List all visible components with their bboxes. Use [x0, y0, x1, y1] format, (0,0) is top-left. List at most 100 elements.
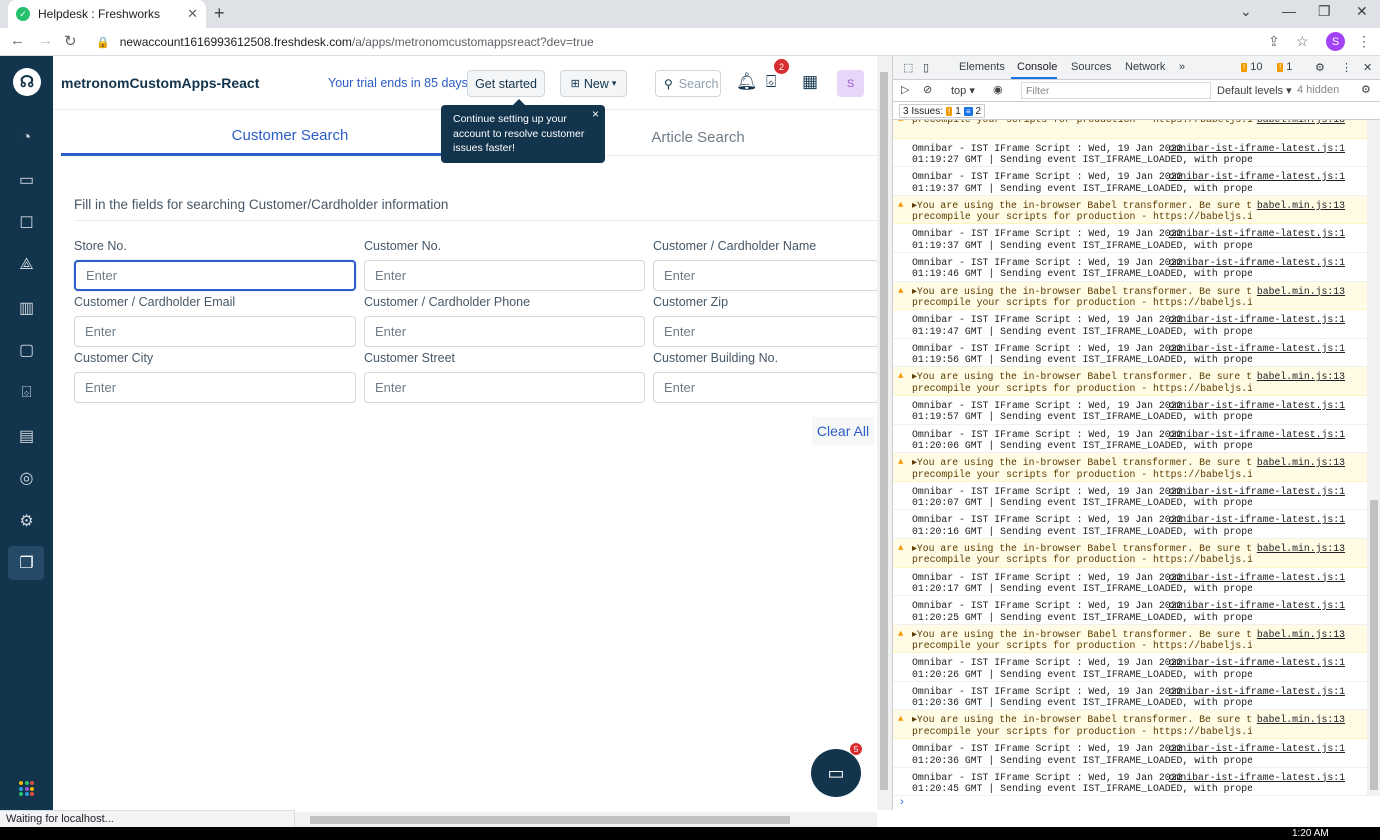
- groups-icon[interactable]: ⟁: [16, 254, 37, 275]
- close-tab-icon[interactable]: ✕: [187, 6, 198, 22]
- freshdesk-logo-icon[interactable]: ☊: [13, 68, 41, 96]
- console-log-row[interactable]: Omnibar - IST IFrame Script : Wed, 19 Ja…: [893, 596, 1367, 625]
- page-vertical-scroll-thumb[interactable]: [880, 72, 888, 790]
- window-close-icon[interactable]: ✕: [1356, 3, 1368, 20]
- discovery-compass-icon[interactable]: ◎: [16, 467, 37, 488]
- share-icon[interactable]: ⇪: [1268, 33, 1280, 50]
- page-horizontal-scroll-thumb[interactable]: [310, 816, 790, 824]
- notification-bell-icon[interactable]: 🔔︎: [736, 72, 758, 92]
- console-warning-row[interactable]: ▲ ▸You are using the in-browser Babel tra…: [893, 710, 1367, 740]
- forums-icon[interactable]: ▢: [16, 339, 37, 360]
- console-scrollbar[interactable]: [1367, 120, 1380, 796]
- browser-tab[interactable]: ✓ Helpdesk : Freshworks ✕: [8, 0, 206, 28]
- new-tab-icon[interactable]: +: [214, 3, 225, 24]
- console-source-link[interactable]: omnibar-ist-iframe-latest.js:1: [1169, 343, 1345, 355]
- console-source-link[interactable]: omnibar-ist-iframe-latest.js:1: [1169, 314, 1345, 326]
- devtools-close-icon[interactable]: ✕: [1363, 61, 1372, 74]
- console-source-link[interactable]: omnibar-ist-iframe-latest.js:1: [1169, 429, 1345, 441]
- get-started-button[interactable]: Get started: [467, 70, 545, 97]
- devtools-tab-network[interactable]: Network: [1125, 61, 1165, 73]
- error-count-badge[interactable]: ! 1: [1277, 61, 1292, 73]
- console-log-row[interactable]: Omnibar - IST IFrame Script : Wed, 19 Ja…: [893, 224, 1367, 253]
- console-source-link[interactable]: babel.min.js:13: [1257, 200, 1345, 212]
- console-source-link[interactable]: omnibar-ist-iframe-latest.js:1: [1169, 572, 1345, 584]
- restore-icon[interactable]: ❐: [1318, 3, 1331, 20]
- console-log-row[interactable]: Omnibar - IST IFrame Script : Wed, 19 Ja…: [893, 139, 1367, 168]
- console-warning-row[interactable]: ▲ ▸You are using the in-browser Babel tra…: [893, 281, 1367, 311]
- console-warning-row[interactable]: ▲ ▸You are using the in-browser Babel tra…: [893, 367, 1367, 396]
- console-log-row[interactable]: Omnibar - IST IFrame Script : Wed, 19 Ja…: [893, 253, 1367, 282]
- inspect-element-icon[interactable]: ⬚: [903, 61, 913, 74]
- console-source-link[interactable]: omnibar-ist-iframe-latest.js:1: [1169, 171, 1345, 183]
- console-settings-gear-icon[interactable]: ⚙: [1361, 83, 1371, 96]
- context-selector[interactable]: top ▾: [951, 84, 975, 97]
- issues-button[interactable]: 3 Issues: ! 1 ≡ 2: [899, 104, 986, 118]
- lock-icon[interactable]: 🔒: [96, 36, 110, 49]
- apps-icon[interactable]: ❐: [16, 552, 37, 573]
- more-tabs-icon[interactable]: »: [1179, 61, 1185, 73]
- console-log-row[interactable]: Omnibar - IST IFrame Script : Wed, 19 Ja…: [893, 167, 1367, 196]
- customer-no-input[interactable]: [364, 260, 645, 291]
- console-warning-row[interactable]: ▲ ▸You are using the in-browser Babel tra…: [893, 538, 1367, 568]
- console-log-row[interactable]: Omnibar - IST IFrame Script : Wed, 19 Ja…: [893, 510, 1367, 539]
- devtools-tab-elements[interactable]: Elements: [959, 61, 1005, 73]
- devtools-tab-sources[interactable]: Sources: [1071, 61, 1111, 73]
- console-log-row[interactable]: Omnibar - IST IFrame Script : Wed, 19 Ja…: [893, 310, 1367, 339]
- console-source-link[interactable]: omnibar-ist-iframe-latest.js:1: [1169, 772, 1345, 784]
- clear-console-icon[interactable]: ⊘: [923, 83, 932, 96]
- user-avatar[interactable]: S: [837, 70, 864, 97]
- console-warning-row[interactable]: ▲ ▸You are using the in-browser Babel tra…: [893, 195, 1367, 225]
- cardholder-phone-input[interactable]: [364, 316, 645, 347]
- clear-all-button[interactable]: Clear All: [812, 417, 874, 445]
- console-source-link[interactable]: omnibar-ist-iframe-latest.js:1: [1169, 657, 1345, 669]
- console-source-link[interactable]: omnibar-ist-iframe-latest.js:1: [1169, 743, 1345, 755]
- console-warning-row[interactable]: ▲ ▸You are using the in-browser Babel tra…: [893, 453, 1367, 482]
- store-no-input[interactable]: [74, 260, 356, 291]
- browser-menu-icon[interactable]: ⋮: [1357, 33, 1371, 50]
- trial-notice[interactable]: Your trial ends in 85 days: [328, 76, 468, 90]
- console-source-link[interactable]: babel.min.js:13: [1257, 371, 1345, 383]
- warning-count-badge[interactable]: ! 10: [1241, 61, 1263, 73]
- console-source-link[interactable]: omnibar-ist-iframe-latest.js:1: [1169, 400, 1345, 412]
- reports-icon[interactable]: ▤: [16, 425, 37, 446]
- console-prompt[interactable]: ›: [893, 796, 1367, 810]
- console-source-link[interactable]: babel.min.js:13: [1257, 629, 1345, 641]
- console-source-link[interactable]: omnibar-ist-iframe-latest.js:1: [1169, 686, 1345, 698]
- sidebar-toggle-icon[interactable]: ▷: [901, 83, 909, 96]
- back-icon[interactable]: ←: [10, 32, 25, 49]
- console-warning-row[interactable]: ▲ precompile your scripts for production …: [893, 120, 1367, 139]
- building-no-input[interactable]: [653, 372, 879, 403]
- dashboard-icon[interactable]: ◔: [16, 127, 37, 148]
- console-scroll-thumb[interactable]: [1370, 500, 1378, 790]
- console-source-link[interactable]: omnibar-ist-iframe-latest.js:1: [1169, 228, 1345, 240]
- live-expression-eye-icon[interactable]: ◉: [993, 83, 1003, 96]
- customer-city-input[interactable]: [74, 372, 356, 403]
- console-source-link[interactable]: omnibar-ist-iframe-latest.js:1: [1169, 486, 1345, 498]
- console-log-row[interactable]: Omnibar - IST IFrame Script : Wed, 19 Ja…: [893, 339, 1367, 368]
- bot-icon[interactable]: ⌺: [16, 382, 37, 403]
- console-log-row[interactable]: Omnibar - IST IFrame Script : Wed, 19 Ja…: [893, 568, 1367, 597]
- customer-street-input[interactable]: [364, 372, 645, 403]
- console-source-link[interactable]: babel.min.js:13: [1257, 120, 1345, 126]
- console-log-row[interactable]: Omnibar - IST IFrame Script : Wed, 19 Ja…: [893, 482, 1367, 511]
- console-log-row[interactable]: Omnibar - IST IFrame Script : Wed, 19 Ja…: [893, 425, 1367, 454]
- header-search-input[interactable]: ⚲ Search: [655, 70, 721, 97]
- app-switcher-grid-icon[interactable]: [19, 781, 34, 796]
- console-source-link[interactable]: omnibar-ist-iframe-latest.js:1: [1169, 143, 1345, 155]
- console-log-row[interactable]: Omnibar - IST IFrame Script : Wed, 19 Ja…: [893, 768, 1367, 796]
- devtools-tab-console[interactable]: Console: [1017, 61, 1057, 73]
- bookmark-star-icon[interactable]: ☆: [1296, 33, 1309, 50]
- console-log-row[interactable]: Omnibar - IST IFrame Script : Wed, 19 Ja…: [893, 739, 1367, 768]
- contacts-icon[interactable]: ☐: [16, 212, 37, 233]
- reload-icon[interactable]: ↻: [64, 32, 77, 50]
- console-source-link[interactable]: babel.min.js:13: [1257, 286, 1345, 298]
- chat-widget-button[interactable]: ▭: [811, 749, 861, 797]
- console-source-link[interactable]: babel.min.js:13: [1257, 543, 1345, 555]
- minimize-icon[interactable]: —: [1282, 3, 1296, 19]
- console-filter-input[interactable]: Filter: [1021, 82, 1211, 99]
- console-source-link[interactable]: babel.min.js:13: [1257, 457, 1345, 469]
- console-log-row[interactable]: Omnibar - IST IFrame Script : Wed, 19 Ja…: [893, 682, 1367, 711]
- gift-icon[interactable]: ⌺: [766, 72, 776, 92]
- console-source-link[interactable]: omnibar-ist-iframe-latest.js:1: [1169, 257, 1345, 269]
- new-button[interactable]: ⊞ New ▾: [560, 70, 627, 97]
